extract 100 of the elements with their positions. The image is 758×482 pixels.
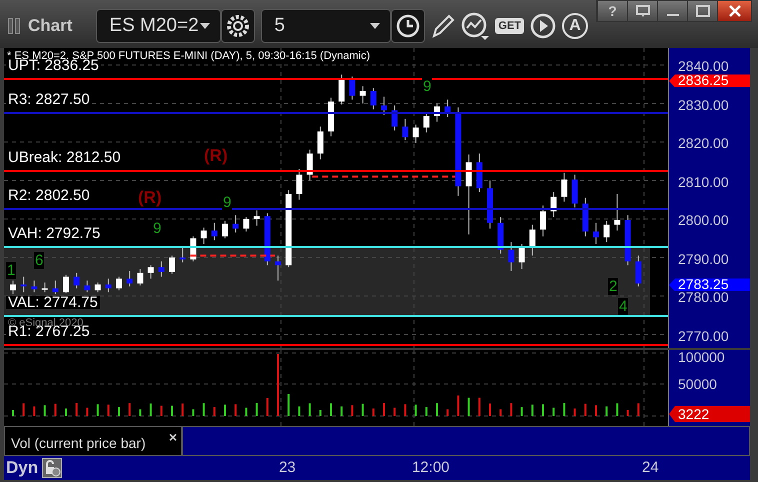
settings-icon (226, 14, 250, 38)
axis-label: 2840.00 (678, 60, 729, 73)
candlestick (624, 214, 631, 266)
interval-dropdown[interactable]: 5 (261, 9, 392, 43)
level-label: VAH: 2792.75 (6, 226, 102, 240)
candlestick (402, 118, 408, 141)
candlestick (126, 270, 133, 287)
close-icon (728, 5, 742, 17)
candlestick (296, 168, 302, 200)
time-axis-label: 23 (278, 459, 296, 476)
candlestick (180, 247, 186, 263)
maximize-icon (696, 5, 710, 17)
candlestick (222, 220, 228, 239)
candlestick (254, 210, 260, 226)
close-button[interactable] (717, 1, 751, 21)
count-mark: 9 (222, 194, 232, 211)
axis-label: 50000 (678, 378, 717, 391)
time-axis-label: 24 (642, 459, 659, 476)
candlestick (264, 212, 270, 266)
axis-label: 2770.00 (678, 330, 729, 342)
play-icon[interactable] (530, 13, 556, 39)
axis-label: 2810.00 (678, 176, 729, 188)
price-badge: 2836.25 (669, 74, 750, 88)
candlestick (211, 222, 218, 241)
candlestick (63, 274, 69, 294)
candlestick (561, 172, 568, 202)
candlestick (317, 126, 324, 160)
axis-label: 2780.00 (678, 291, 729, 304)
lock-icon[interactable] (42, 458, 62, 478)
window-title: Chart (28, 16, 72, 36)
axis-label: 2830.00 (678, 98, 729, 112)
candlestick (614, 193, 620, 232)
level-label: UPT: 2836.25 (6, 59, 101, 72)
candlestick (381, 96, 387, 116)
signal-marker: (R) (204, 146, 228, 166)
candlestick (508, 242, 514, 272)
candlestick (360, 86, 366, 104)
candlestick (476, 153, 482, 193)
candlestick (275, 255, 281, 282)
candlestick (423, 112, 430, 133)
line-chart-icon[interactable] (461, 12, 490, 40)
symbol-dropdown[interactable]: ES M20=2 (96, 9, 222, 43)
candlestick (338, 74, 345, 105)
caret-icon (370, 23, 380, 29)
level-label: UBreak: 2812.50 (6, 150, 123, 164)
scale-mode-label[interactable]: Dyn (6, 458, 38, 478)
restore-button[interactable] (627, 1, 657, 21)
candlestick (169, 255, 175, 274)
caret-icon (200, 23, 210, 29)
price-chart[interactable] (4, 48, 668, 348)
count-mark: 2 (608, 278, 618, 295)
clock-icon (396, 14, 420, 38)
alert-button[interactable]: A (562, 13, 588, 39)
candlestick (604, 220, 610, 243)
candlestick (148, 264, 154, 280)
price-badge: 2783.25 (669, 278, 750, 292)
candlestick (349, 76, 356, 100)
axis-label: 2800.00 (678, 214, 729, 227)
level-label: R2: 2802.50 (6, 189, 92, 202)
candlestick (52, 280, 58, 295)
clock-button[interactable] (391, 9, 426, 43)
grip-icon[interactable] (8, 18, 20, 34)
axis-label: 2820.00 (678, 137, 729, 150)
minimize-button[interactable] (657, 1, 687, 21)
candlestick (328, 97, 334, 137)
candlestick (572, 174, 578, 208)
candlestick (487, 180, 493, 230)
level-label: VAL: 2774.75 (6, 296, 100, 310)
maximize-button[interactable] (687, 1, 717, 21)
candlestick (10, 280, 16, 295)
close-button[interactable]: × (168, 429, 177, 445)
axis-label: 100000 (678, 351, 725, 364)
candlestick (232, 214, 239, 233)
candlestick (42, 282, 48, 293)
candlestick (116, 276, 122, 291)
minimize-icon (666, 14, 678, 16)
axis-label: 2790.00 (678, 252, 729, 266)
count-mark: 6 (34, 252, 44, 269)
time-axis-label: 12:00 (412, 459, 450, 476)
candlestick (518, 244, 525, 270)
signal-marker: (R) (138, 188, 162, 208)
candlestick (105, 278, 112, 293)
candlestick (200, 227, 207, 245)
candlestick (31, 280, 38, 293)
candlestick (540, 205, 546, 237)
settings-button[interactable] (221, 9, 256, 43)
volume-badge: 3222 (669, 406, 750, 422)
candlestick (137, 268, 144, 286)
window-icon (636, 5, 650, 17)
help-button[interactable]: ? (597, 1, 627, 21)
candlestick (306, 149, 313, 181)
candlestick (243, 216, 250, 232)
candlestick (94, 282, 101, 293)
pencil-icon[interactable] (431, 13, 456, 39)
get-button[interactable]: GET (495, 18, 524, 34)
count-mark: 1 (6, 262, 16, 279)
candlestick (74, 272, 80, 289)
candlestick (84, 280, 90, 293)
level-label: R3: 2827.50 (6, 93, 92, 106)
candlestick (158, 260, 164, 278)
